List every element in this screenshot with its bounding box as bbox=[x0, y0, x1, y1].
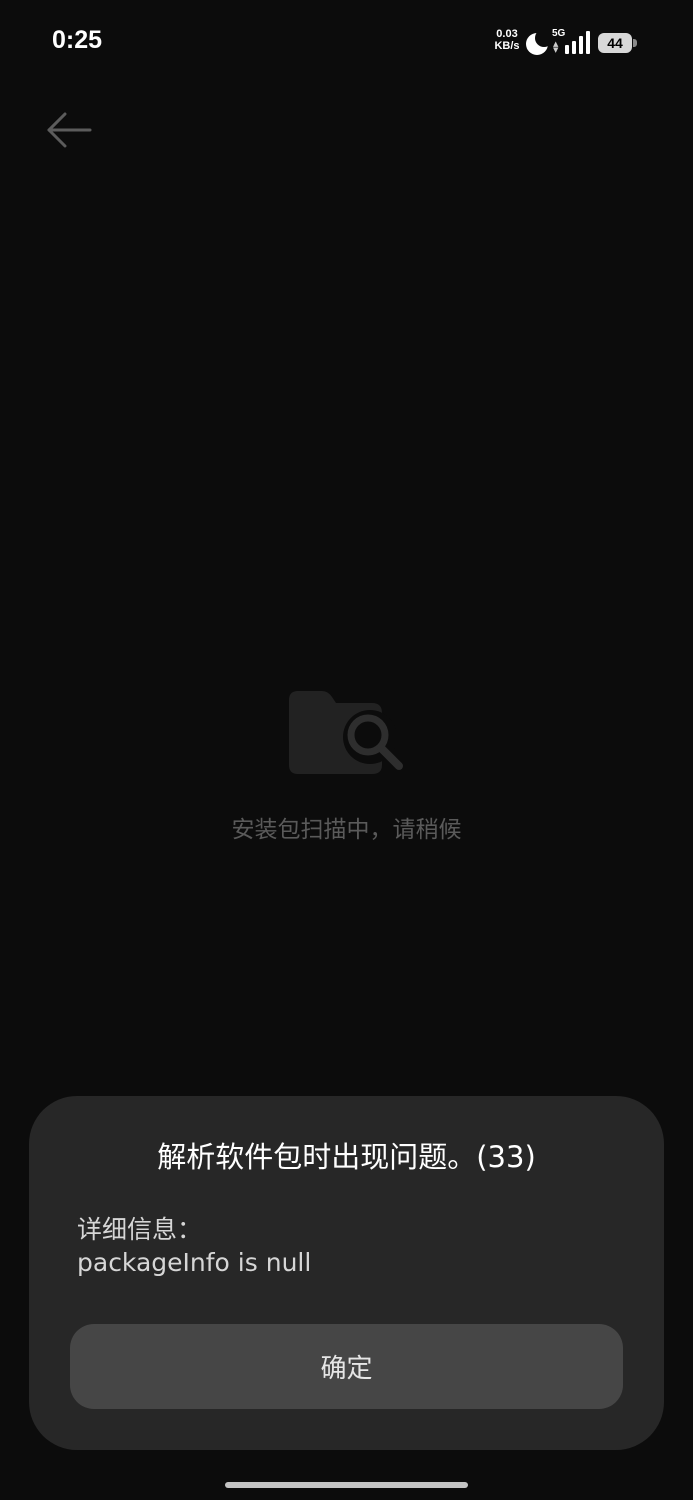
back-button[interactable] bbox=[40, 104, 100, 156]
dialog-detail-value: packageInfo is null bbox=[77, 1248, 312, 1277]
moon-icon bbox=[526, 31, 551, 55]
battery-icon: 44 bbox=[598, 33, 632, 53]
status-time: 0:25 bbox=[52, 26, 103, 54]
folder-search-icon bbox=[289, 691, 403, 774]
dialog-title: 解析软件包时出现问题。(33) bbox=[157, 1140, 536, 1174]
error-dialog: 解析软件包时出现问题。(33) 详细信息： packageInfo is nul… bbox=[29, 1096, 664, 1450]
network-speed-value: 0.03 bbox=[496, 28, 518, 40]
home-indicator[interactable] bbox=[225, 1482, 468, 1488]
data-arrows-icon: ▲ ▼ bbox=[553, 40, 559, 54]
status-bar: 0:25 0.03 KB/s 5G ▲ ▼ 44 bbox=[0, 0, 693, 90]
network-speed: 0.03 KB/s bbox=[490, 28, 524, 52]
dialog-detail-label: 详细信息： bbox=[77, 1215, 203, 1244]
network-speed-unit: KB/s bbox=[494, 40, 520, 52]
confirm-button[interactable]: 确定 bbox=[70, 1324, 623, 1409]
battery-level: 44 bbox=[607, 35, 623, 51]
arrow-left-icon bbox=[47, 112, 92, 148]
signal-indicator: 5G ▲ ▼ bbox=[551, 28, 593, 56]
scan-status-text: 安装包扫描中，请稍候 bbox=[231, 817, 462, 843]
battery-tip bbox=[633, 39, 637, 47]
signal-icon bbox=[565, 31, 590, 54]
